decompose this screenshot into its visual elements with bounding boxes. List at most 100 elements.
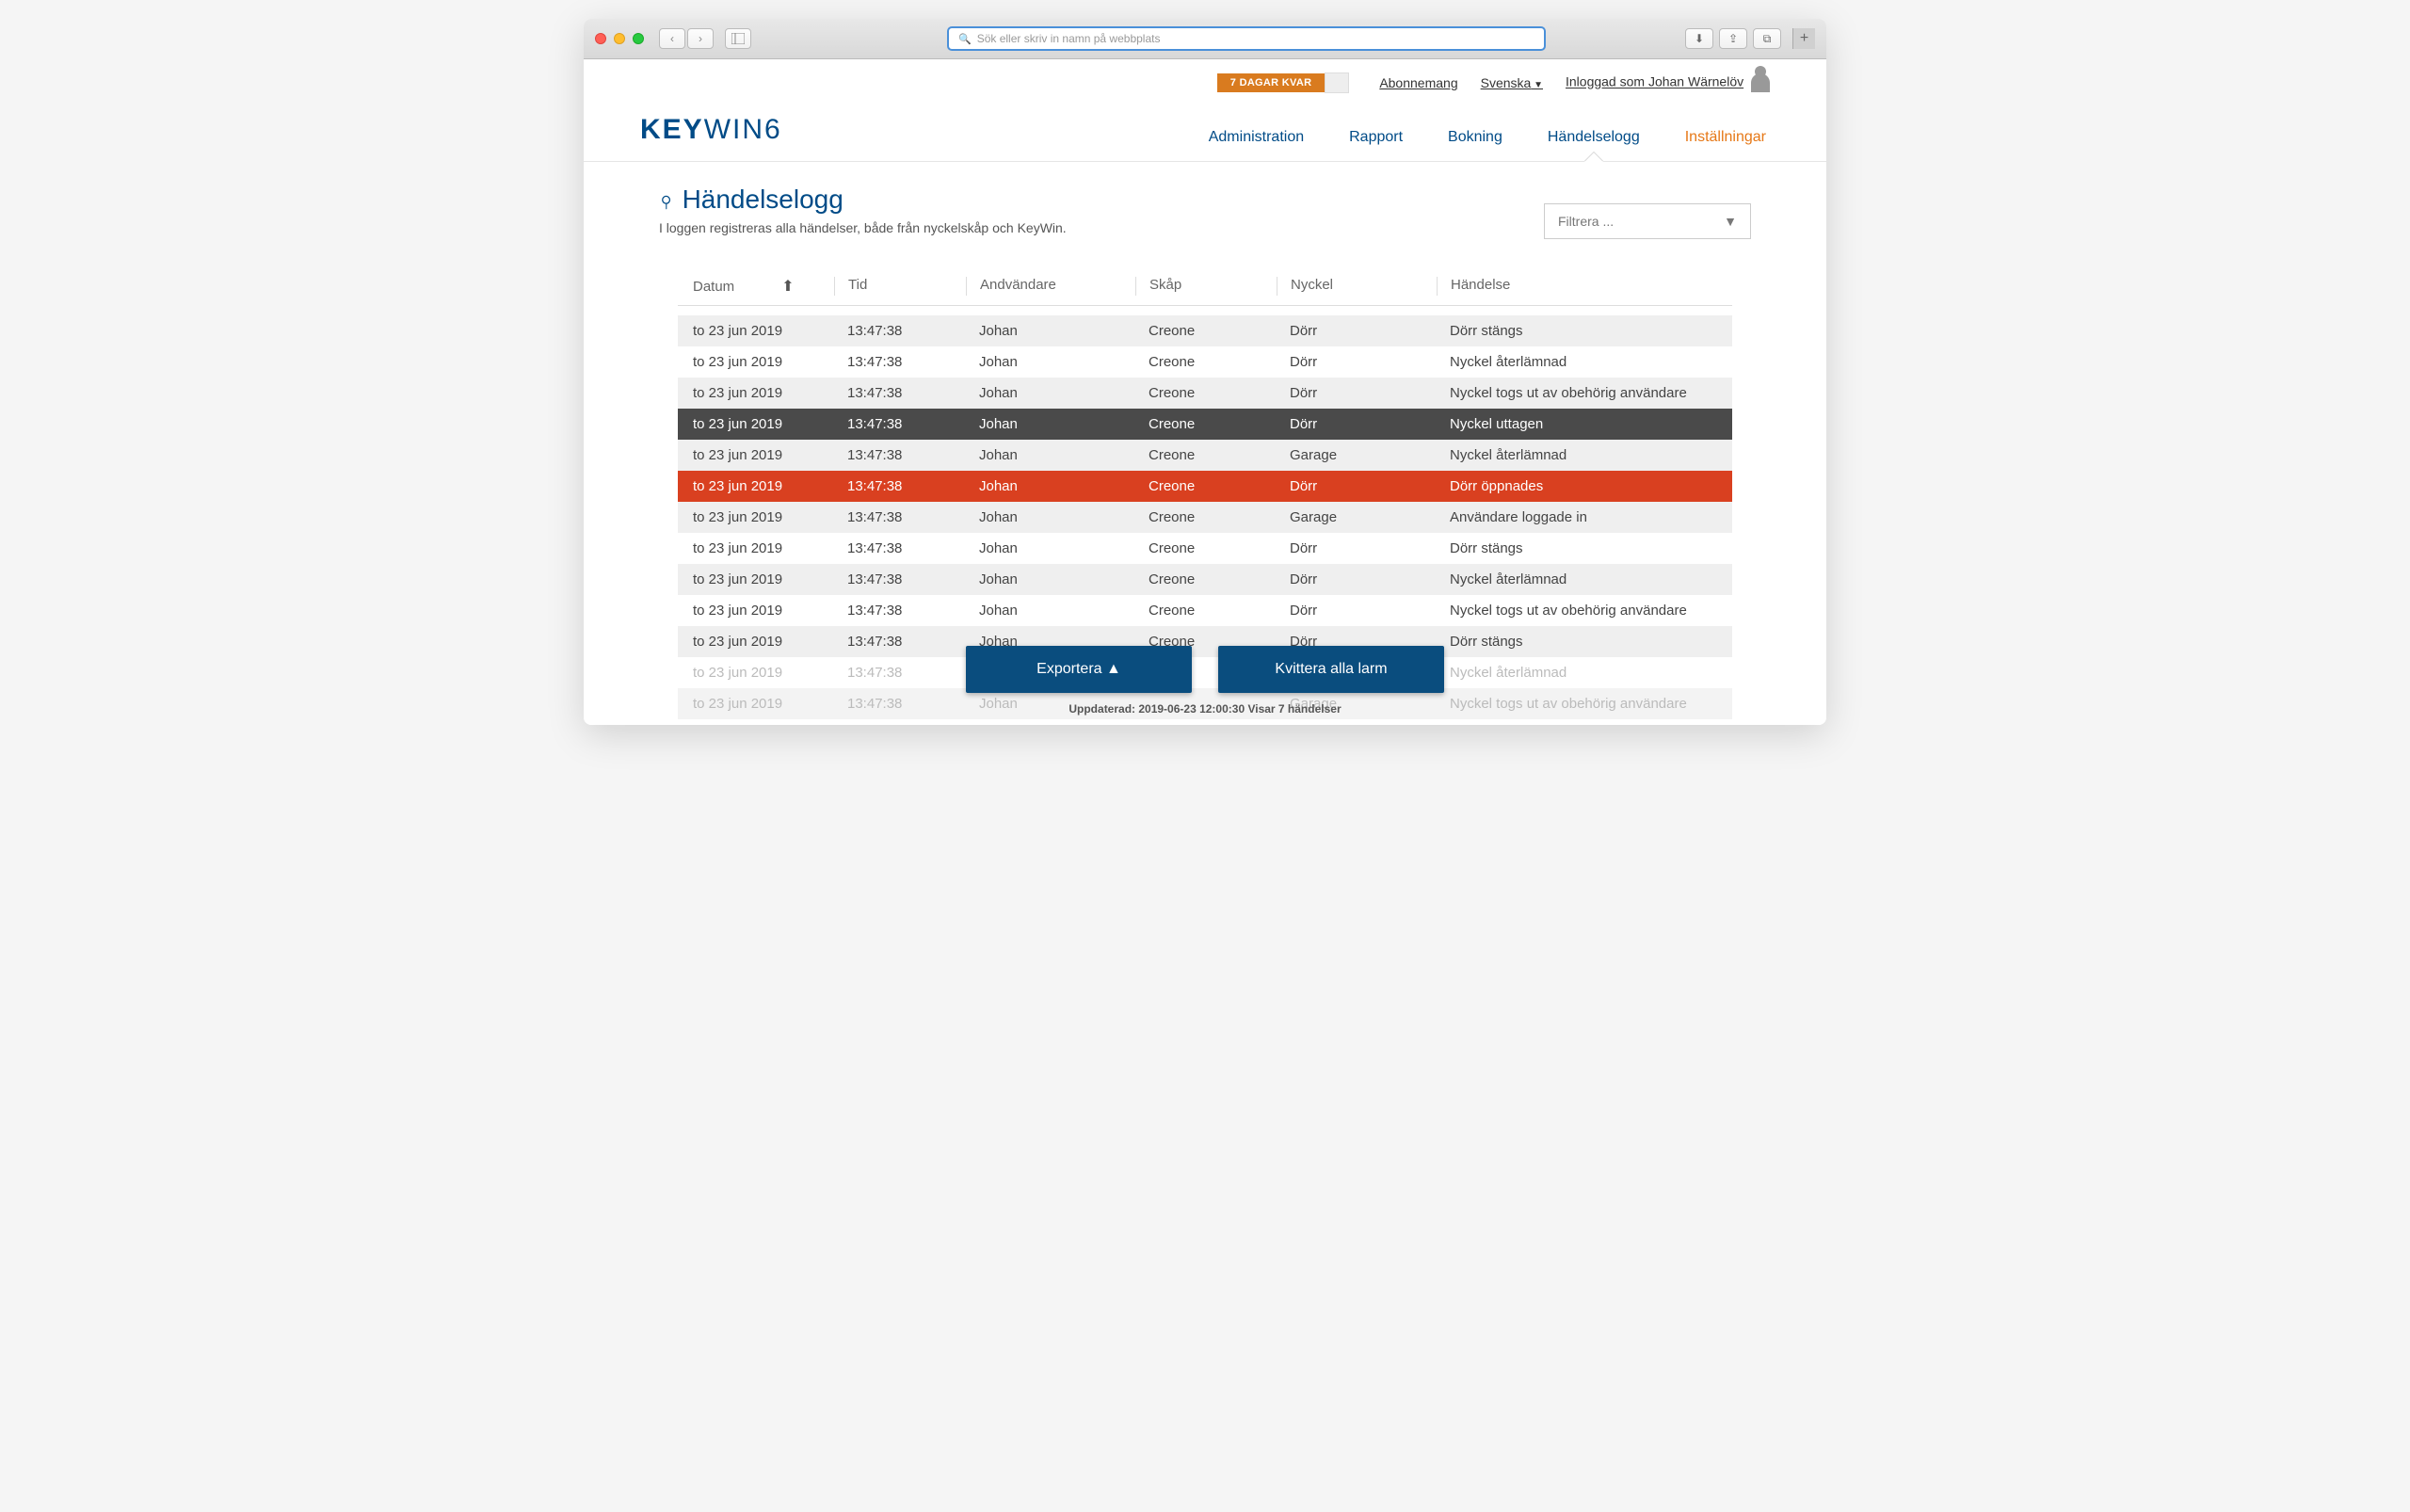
cell: Garage [1277, 509, 1437, 525]
minimize-window-icon[interactable] [614, 33, 625, 44]
tabs-icon[interactable]: ⧉ [1753, 28, 1781, 49]
cell: Creone [1135, 478, 1277, 494]
cell: Creone [1135, 354, 1277, 370]
nav-bokning[interactable]: Bokning [1444, 116, 1506, 161]
share-icon[interactable]: ⇪ [1719, 28, 1747, 49]
cell: Nyckel återlämnad [1437, 354, 1717, 370]
table-row[interactable]: to 23 jun 201913:47:38JohanCreoneDörrNyc… [678, 346, 1732, 378]
language-selector[interactable]: Svenska [1481, 75, 1543, 90]
cell: Dörr [1277, 354, 1437, 370]
cell: Johan [966, 603, 1135, 619]
cell: Nyckel återlämnad [1437, 571, 1717, 587]
magnifier-icon: ⌕ [651, 185, 682, 216]
table-row[interactable]: to 23 jun 201913:47:38JohanCreoneGarageN… [678, 440, 1732, 471]
cell: Nyckel återlämnad [1437, 665, 1717, 681]
cell: to 23 jun 2019 [693, 447, 834, 463]
col-event[interactable]: Händelse [1437, 277, 1717, 296]
cell: Creone [1135, 603, 1277, 619]
back-button[interactable]: ‹ [659, 28, 685, 49]
table-row[interactable]: to 23 jun 201913:47:38JohanCreoneDörrDör… [678, 471, 1732, 502]
sidebar-toggle-icon[interactable] [725, 28, 751, 49]
cell: Dörr stängs [1437, 323, 1717, 339]
cell: Dörr [1277, 478, 1437, 494]
table-header: Datum ⬆ Tid Andvändare Skåp Nyckel Hände… [678, 267, 1732, 306]
cell: Johan [966, 354, 1135, 370]
cell: Dörr [1277, 540, 1437, 556]
cell: to 23 jun 2019 [693, 696, 834, 712]
cell: Johan [966, 447, 1135, 463]
col-key[interactable]: Nyckel [1277, 277, 1437, 296]
cell: 13:47:38 [834, 696, 966, 712]
col-cabinet[interactable]: Skåp [1135, 277, 1277, 296]
cell: Creone [1135, 509, 1277, 525]
table-row[interactable]: to 23 jun 201913:47:38JohanCreoneDörrNyc… [678, 378, 1732, 409]
cell: Johan [966, 385, 1135, 401]
cell: to 23 jun 2019 [693, 354, 834, 370]
cell: to 23 jun 2019 [693, 478, 834, 494]
cell: 13:47:38 [834, 354, 966, 370]
export-button[interactable]: Exportera ▲ [966, 646, 1192, 693]
table-row[interactable]: to 23 jun 201913:47:38JohanCreoneDörrNyc… [678, 564, 1732, 595]
forward-button[interactable]: › [687, 28, 714, 49]
cell: 13:47:38 [834, 634, 966, 650]
cell: Creone [1135, 447, 1277, 463]
cell: to 23 jun 2019 [693, 634, 834, 650]
table-row[interactable]: to 23 jun 201913:47:38JohanCreoneDörrNyc… [678, 409, 1732, 440]
nav-rapport[interactable]: Rapport [1345, 116, 1406, 161]
col-date[interactable]: Datum ⬆ [693, 277, 834, 296]
cell: Dörr stängs [1437, 634, 1717, 650]
cell: Dörr [1277, 323, 1437, 339]
nav-installningar[interactable]: Inställningar [1681, 116, 1770, 161]
page-subtitle: I loggen registreras alla händelser, båd… [659, 220, 1067, 235]
cell: to 23 jun 2019 [693, 385, 834, 401]
logo[interactable]: KEYWIN6 [640, 114, 782, 161]
table-row[interactable]: to 23 jun 201913:47:38JohanCreoneDörrNyc… [678, 595, 1732, 626]
address-bar[interactable]: 🔍 Sök eller skriv in namn på webbplats [947, 26, 1546, 51]
window-controls [595, 33, 644, 44]
search-icon: 🔍 [958, 33, 972, 45]
cell: Nyckel togs ut av obehörig användare [1437, 385, 1717, 401]
cell: 13:47:38 [834, 665, 966, 681]
cell: Creone [1135, 416, 1277, 432]
cell: 13:47:38 [834, 509, 966, 525]
sort-arrow-up-icon[interactable]: ⬆ [781, 277, 794, 296]
logged-in-user-link[interactable]: Inloggad som Johan Wärnelöv [1566, 74, 1743, 89]
cell: Creone [1135, 571, 1277, 587]
zoom-window-icon[interactable] [633, 33, 644, 44]
cell: Johan [966, 509, 1135, 525]
col-user[interactable]: Andvändare [966, 277, 1135, 296]
nav-history-buttons: ‹ › [659, 28, 714, 49]
cell: to 23 jun 2019 [693, 540, 834, 556]
table-row[interactable]: to 23 jun 201913:47:38JohanCreoneGarageA… [678, 502, 1732, 533]
main-nav: Administration Rapport Bokning Händelsel… [1205, 116, 1770, 161]
user-icon [1751, 73, 1770, 92]
cell: 13:47:38 [834, 478, 966, 494]
page-header: ⌕ Händelselogg I loggen registreras alla… [659, 185, 1751, 239]
cell: Johan [966, 540, 1135, 556]
cell: Dörr [1277, 385, 1437, 401]
subscription-link[interactable]: Abonnemang [1379, 75, 1457, 90]
table-row[interactable]: to 23 jun 201913:47:38JohanCreoneDörrDör… [678, 533, 1732, 564]
close-window-icon[interactable] [595, 33, 606, 44]
acknowledge-alarms-button[interactable]: Kvittera alla larm [1218, 646, 1444, 693]
col-time[interactable]: Tid [834, 277, 966, 296]
nav-administration[interactable]: Administration [1205, 116, 1308, 161]
downloads-icon[interactable]: ⬇ [1685, 28, 1713, 49]
table-row[interactable]: to 23 jun 201913:47:38JohanCreoneDörrDör… [678, 626, 1732, 657]
main-header: KEYWIN6 Administration Rapport Bokning H… [584, 103, 1826, 162]
page-title: Händelselogg [683, 185, 844, 215]
table-row[interactable]: to 23 jun 201913:47:38Nyckel återlämnad [678, 657, 1732, 688]
cell: to 23 jun 2019 [693, 571, 834, 587]
trial-progress-remainder [1325, 72, 1349, 93]
cell: Johan [966, 571, 1135, 587]
cell: Johan [966, 323, 1135, 339]
new-tab-button[interactable]: + [1792, 28, 1815, 49]
cell: to 23 jun 2019 [693, 416, 834, 432]
table-body: to 23 jun 201913:47:38JohanCreoneDörrDör… [678, 315, 1732, 719]
toolbar-right-buttons: ⬇ ⇪ ⧉ [1685, 28, 1781, 49]
filter-dropdown[interactable]: Filtrera ... ▼ [1544, 203, 1751, 239]
cell: Nyckel togs ut av obehörig användare [1437, 603, 1717, 619]
cell: Creone [1135, 323, 1277, 339]
table-row[interactable]: to 23 jun 201913:47:38JohanCreoneDörrDör… [678, 315, 1732, 346]
nav-handelselogg[interactable]: Händelselogg [1544, 116, 1644, 161]
